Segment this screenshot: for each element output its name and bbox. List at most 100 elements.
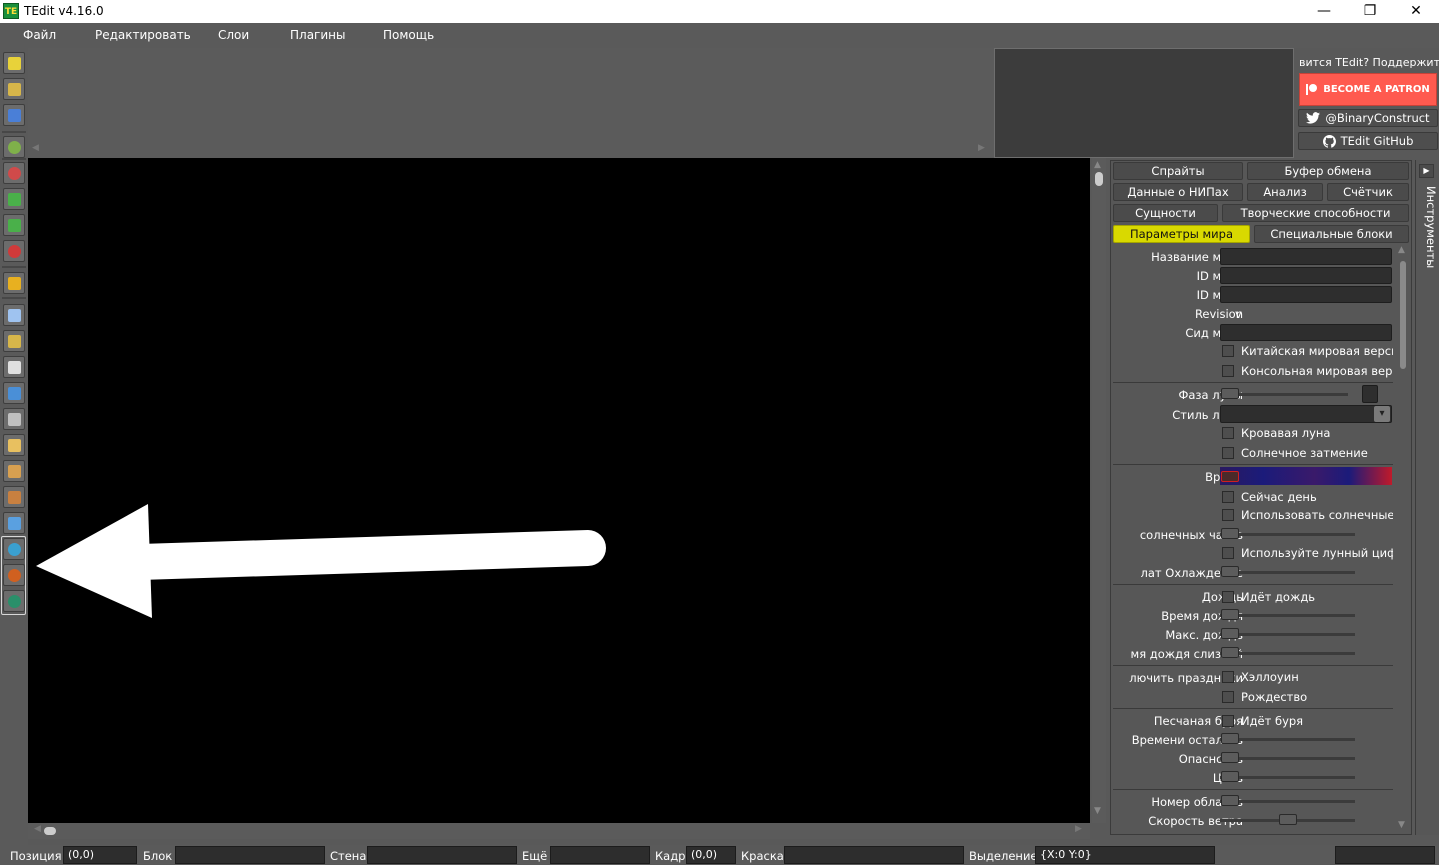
expand-panel-icon[interactable]: ▶: [1419, 164, 1434, 178]
tab-entities[interactable]: Сущности: [1113, 204, 1218, 222]
tab-npc-data[interactable]: Данные о НИПах: [1113, 183, 1243, 201]
tab-analysis[interactable]: Анализ: [1247, 183, 1323, 201]
new-world-tool-button[interactable]: [3, 52, 25, 74]
world-id-input[interactable]: [1220, 267, 1392, 284]
severity-slider[interactable]: [1220, 757, 1355, 760]
hammer-tool-button[interactable]: [3, 486, 25, 508]
cooldown-thumb[interactable]: [1221, 566, 1239, 577]
paste-tool-button[interactable]: [3, 330, 25, 352]
zoom-out-tool-button[interactable]: [3, 162, 25, 184]
moondial-checkbox[interactable]: [1222, 547, 1234, 559]
menu-layers[interactable]: Слои: [218, 28, 249, 42]
world-id2-input[interactable]: [1220, 286, 1392, 303]
delete-tool-button[interactable]: [3, 240, 25, 262]
github-button[interactable]: TEdit GitHub: [1298, 132, 1438, 150]
selection-label: Выделение: [969, 849, 1038, 863]
paint-value: [784, 846, 964, 864]
become-patron-button[interactable]: BECOME A PATRON: [1299, 73, 1437, 106]
moon-phase-value[interactable]: [1362, 385, 1378, 403]
tab-creative-powers[interactable]: Творческие способности: [1222, 204, 1409, 222]
rain-time-slider[interactable]: [1220, 614, 1355, 617]
pencil-tool-button[interactable]: [3, 434, 25, 456]
zoom-in-tool-button[interactable]: [3, 136, 25, 158]
copy-tool-button[interactable]: [3, 304, 25, 326]
twitter-icon: [1306, 112, 1321, 124]
arrow-select-tool-button[interactable]: [3, 356, 25, 378]
console-version-checkbox[interactable]: [1222, 365, 1234, 377]
max-rain-thumb[interactable]: [1221, 628, 1239, 639]
daytime-checkbox[interactable]: [1222, 491, 1234, 503]
scroll-down-icon[interactable]: ▼: [1094, 806, 1101, 816]
target-slider[interactable]: [1220, 776, 1355, 779]
canvas-vscrollbar[interactable]: ▲ ▼: [1092, 158, 1106, 823]
selection-tool-button[interactable]: [3, 382, 25, 404]
blood-moon-checkbox[interactable]: [1222, 427, 1234, 439]
picker-tool-button[interactable]: [3, 408, 25, 430]
slime-rain-thumb[interactable]: [1221, 647, 1239, 658]
wind-thumb[interactable]: [1279, 814, 1297, 825]
time-thumb[interactable]: [1221, 471, 1239, 482]
halloween-checkbox[interactable]: [1222, 671, 1234, 683]
chinese-version-checkbox[interactable]: [1222, 345, 1234, 357]
storm-checkbox[interactable]: [1222, 715, 1234, 727]
hscroll-thumb[interactable]: [44, 827, 56, 835]
slime-rain-slider[interactable]: [1220, 652, 1355, 655]
scroll-right-icon[interactable]: ▶: [1075, 824, 1082, 834]
tab-sprites[interactable]: Спрайты: [1113, 162, 1243, 180]
time-left-slider[interactable]: [1220, 738, 1355, 741]
tab-counter[interactable]: Счётчик: [1327, 183, 1409, 201]
time-slider[interactable]: [1220, 467, 1392, 485]
tab-world-properties[interactable]: Параметры мира: [1113, 225, 1250, 243]
menu-edit[interactable]: Редактировать: [95, 28, 191, 42]
fill-tool-button[interactable]: [3, 512, 25, 534]
tab-clipboard[interactable]: Буфер обмена: [1247, 162, 1409, 180]
moon-phase-slider[interactable]: [1220, 393, 1348, 396]
panel-vscroll-thumb[interactable]: [1400, 261, 1406, 369]
clouds-slider[interactable]: [1220, 800, 1355, 803]
minimize-icon[interactable]: —: [1301, 0, 1347, 23]
eclipse-checkbox[interactable]: [1222, 447, 1234, 459]
use-sundial-checkbox[interactable]: [1222, 509, 1234, 521]
menu-plugins[interactable]: Плагины: [290, 28, 345, 42]
menu-file[interactable]: Файл: [23, 28, 56, 42]
twitter-button[interactable]: @BinaryConstruct: [1298, 109, 1438, 127]
save-tool-button[interactable]: [3, 104, 25, 126]
crop-tool-button[interactable]: [3, 272, 25, 294]
chevron-down-icon[interactable]: ▾: [1374, 406, 1390, 422]
christmas-checkbox[interactable]: [1222, 691, 1234, 703]
undo-tool-button[interactable]: [3, 188, 25, 210]
tab-special-tiles[interactable]: Специальные блоки: [1254, 225, 1409, 243]
moon-phase-thumb[interactable]: [1221, 388, 1239, 399]
scroll-down-icon[interactable]: ▼: [1398, 820, 1405, 830]
canvas-hscrollbar[interactable]: ◀ ▶: [28, 823, 1090, 839]
redo-tool-button[interactable]: [3, 214, 25, 236]
max-rain-slider[interactable]: [1220, 633, 1355, 636]
seed-input[interactable]: [1220, 324, 1392, 341]
sundial-thumb[interactable]: [1221, 528, 1239, 539]
rain-time-thumb[interactable]: [1221, 609, 1239, 620]
scroll-left-icon[interactable]: ◀: [34, 824, 41, 834]
world-name-input[interactable]: [1220, 248, 1392, 265]
minimap[interactable]: [994, 48, 1294, 158]
target-thumb[interactable]: [1221, 771, 1239, 782]
time-left-thumb[interactable]: [1221, 733, 1239, 744]
restore-icon[interactable]: ❐: [1347, 0, 1393, 23]
menu-help[interactable]: Помощь: [383, 28, 434, 42]
vscroll-thumb[interactable]: [1095, 172, 1103, 186]
close-icon[interactable]: ✕: [1393, 0, 1439, 23]
clouds-thumb[interactable]: [1221, 795, 1239, 806]
tools-side-tab[interactable]: Инструменты: [1416, 186, 1438, 268]
brush-tool-button[interactable]: [3, 460, 25, 482]
cooldown-slider[interactable]: [1220, 571, 1355, 574]
panel-vscrollbar[interactable]: ▲ ▼: [1397, 245, 1409, 833]
delete-icon: [7, 244, 21, 258]
raining-checkbox[interactable]: [1222, 591, 1234, 603]
scroll-up-icon[interactable]: ▲: [1398, 245, 1405, 255]
scroll-up-icon[interactable]: ▲: [1094, 160, 1101, 170]
moon-style-select[interactable]: [1220, 405, 1392, 423]
scroll-right-icon[interactable]: ▶: [978, 143, 985, 153]
severity-thumb[interactable]: [1221, 752, 1239, 763]
open-tool-button[interactable]: [3, 78, 25, 100]
sundial-slider[interactable]: [1220, 533, 1355, 536]
scroll-left-icon[interactable]: ◀: [32, 143, 39, 153]
